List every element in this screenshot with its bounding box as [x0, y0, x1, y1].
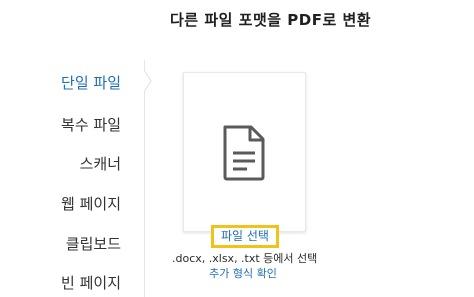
sidebar-item-single-file[interactable]: 단일 파일	[61, 72, 121, 93]
page-title: 다른 파일 포맷을 PDF로 변환	[170, 11, 372, 29]
more-formats-link[interactable]: 추가 형식 확인	[172, 265, 314, 281]
sidebar-item-multiple-files[interactable]: 복수 파일	[61, 114, 121, 135]
document-icon	[223, 125, 265, 181]
sidebar-item-blank-page[interactable]: 빈 페이지	[61, 272, 121, 293]
select-file-button[interactable]: 파일 선택	[211, 225, 279, 248]
sidebar-divider	[144, 60, 145, 297]
sidebar: 단일 파일 복수 파일 스캐너 웹 페이지 클립보드 빈 페이지	[0, 60, 152, 297]
sidebar-item-clipboard[interactable]: 클립보드	[66, 233, 121, 254]
file-drop-card[interactable]	[183, 72, 306, 232]
convert-to-pdf-page: 다른 파일 포맷을 PDF로 변환 단일 파일 복수 파일 스캐너 웹 페이지 …	[0, 0, 474, 297]
active-item-indicator-icon	[143, 70, 152, 92]
sidebar-item-web-page[interactable]: 웹 페이지	[61, 193, 121, 214]
sidebar-item-scanner[interactable]: 스캐너	[80, 153, 121, 174]
supported-formats-text: .docx, .xlsx, .txt 등에서 선택	[172, 252, 318, 265]
